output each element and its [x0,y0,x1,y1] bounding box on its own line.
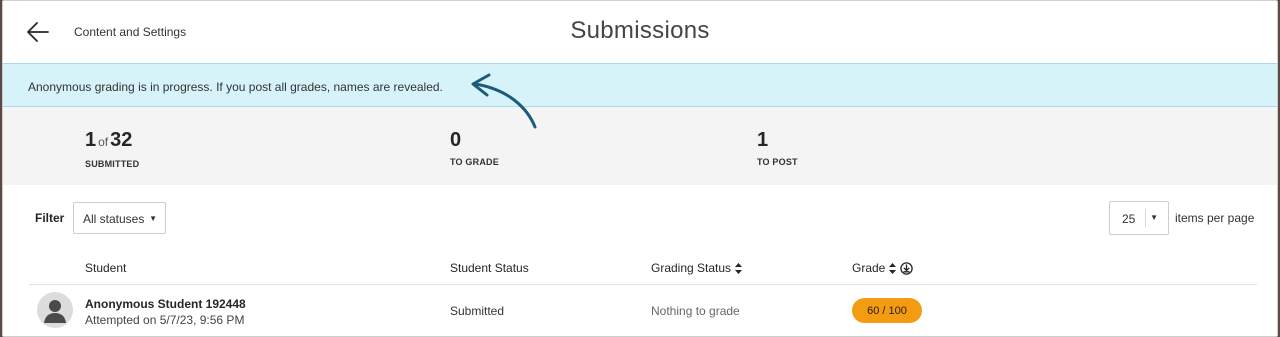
caret-down-icon: ▼ [1150,213,1158,222]
page-header: Content and Settings Submissions [3,1,1277,63]
column-header-grading-status-label: Grading Status [651,261,732,275]
stat-to-grade: 0 TO GRADE [450,129,499,167]
sort-icon [889,262,897,274]
items-per-page-dropdown[interactable]: 25 ▼ [1109,201,1169,235]
to-grade-label: TO GRADE [450,157,499,167]
items-per-page-value: 25 [1122,212,1136,226]
column-header-student-status-label: Student Status [450,261,529,275]
stats-bar: 1 of 32 SUBMITTED 0 TO GRADE 1 TO POST [3,107,1277,185]
grade-pill[interactable]: 60 / 100 [852,298,922,323]
submissions-window: Content and Settings Submissions Anonymo… [2,0,1278,337]
avatar [37,292,73,328]
user-silhouette-icon [44,300,66,323]
student-name-link[interactable]: Anonymous Student 192448 [85,297,246,311]
column-header-student: Student [85,261,126,275]
stat-to-post: 1 TO POST [757,129,798,167]
download-grades-icon[interactable] [900,261,914,275]
submitted-label: SUBMITTED [85,159,140,169]
to-post-count: 1 [757,129,769,151]
attempt-date: Attempted on 5/7/23, 9:56 PM [85,313,245,327]
column-header-student-status: Student Status [450,261,529,275]
submitted-total: 32 [110,129,133,151]
anonymous-grading-banner: Anonymous grading is in progress. If you… [3,63,1277,107]
stat-submitted: 1 of 32 SUBMITTED [85,129,139,169]
student-status-cell: Submitted [450,304,505,318]
status-filter-value: All statuses [83,212,145,226]
sort-icon [735,262,743,274]
status-filter-dropdown[interactable]: All statuses ▼ [73,202,166,234]
to-grade-count: 0 [450,129,462,151]
to-post-label: TO POST [757,157,798,167]
grading-status-cell: Nothing to grade [651,304,740,318]
items-per-page-label: items per page [1175,211,1255,225]
table-header-divider [29,284,1257,285]
column-header-student-label: Student [85,261,127,275]
submitted-of: of [98,135,109,149]
submitted-count: 1 [85,129,97,151]
banner-message: Anonymous grading is in progress. If you… [28,80,443,94]
column-header-grade-label: Grade [852,261,886,275]
dropdown-separator [1145,209,1146,227]
column-header-grade[interactable]: Grade [852,261,914,275]
page-title: Submissions [570,17,710,44]
column-header-grading-status[interactable]: Grading Status [651,261,743,275]
caret-down-icon: ▼ [149,214,157,223]
filter-label: Filter [35,211,65,225]
